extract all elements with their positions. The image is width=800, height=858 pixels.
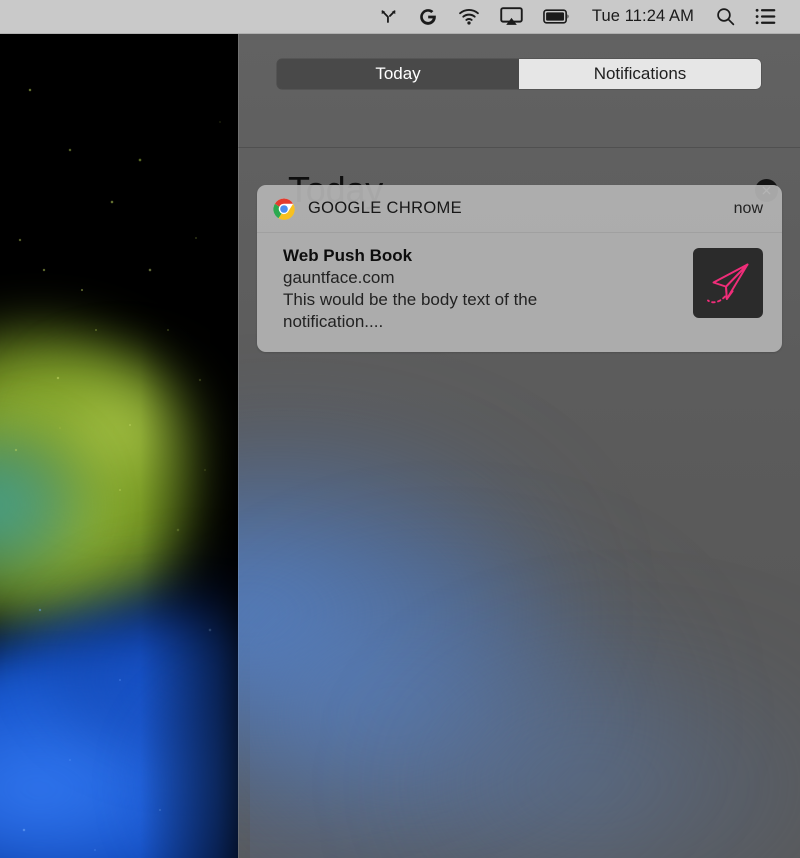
battery-icon (543, 9, 569, 24)
tab-today[interactable]: Today (277, 58, 519, 89)
menu-item-notification-center[interactable] (745, 0, 786, 34)
tab-bar-divider (238, 147, 800, 148)
notification-origin: gauntface.com (283, 267, 395, 287)
teal-powder-cloud (0, 430, 85, 580)
airplay-icon (500, 7, 523, 25)
google-chrome-icon (273, 197, 295, 220)
notification-text-column: Web Push Book gauntface.com This would b… (283, 245, 693, 334)
panel-left-edge (238, 34, 239, 858)
google-g-icon (420, 8, 436, 25)
notification-thumbnail (693, 248, 763, 318)
notification-title: Web Push Book (283, 246, 413, 265)
search-icon (717, 8, 735, 26)
notification-card[interactable]: GOOGLE CHROME now Web Push Book gauntfac… (257, 185, 782, 353)
notification-center-icon (755, 8, 776, 25)
menu-bar-clock[interactable]: Tue 11:24 AM (580, 0, 706, 34)
screen: Today Notifications Today (0, 0, 800, 858)
notification-timestamp: now (733, 199, 763, 217)
menu-bar: Tue 11:24 AM (0, 0, 800, 34)
notification-body-text: This would be the body text of the notif… (283, 289, 538, 332)
menu-item-google[interactable] (408, 0, 448, 34)
notification-app-name: GOOGLE CHROME (308, 199, 462, 217)
tab-bar: Today Notifications (238, 34, 800, 113)
menu-item-battery[interactable] (533, 0, 580, 34)
menu-item-spotlight[interactable] (706, 0, 745, 34)
notification-card-header: GOOGLE CHROME now (257, 185, 782, 233)
paper-plane-icon (707, 263, 749, 304)
wallpaper-vignette (140, 0, 250, 858)
wifi-icon (459, 9, 479, 25)
shortcuts-fork-icon (381, 10, 396, 23)
segmented-control[interactable]: Today Notifications (277, 58, 761, 89)
notification-card-body: Web Push Book gauntface.com This would b… (257, 233, 782, 352)
menu-item-wifi[interactable] (448, 0, 490, 34)
menu-item-shortcuts[interactable] (369, 0, 408, 34)
notification-center-panel: Today Notifications Today (238, 34, 800, 858)
tab-notifications[interactable]: Notifications (519, 58, 761, 89)
menu-item-airplay[interactable] (490, 0, 533, 34)
